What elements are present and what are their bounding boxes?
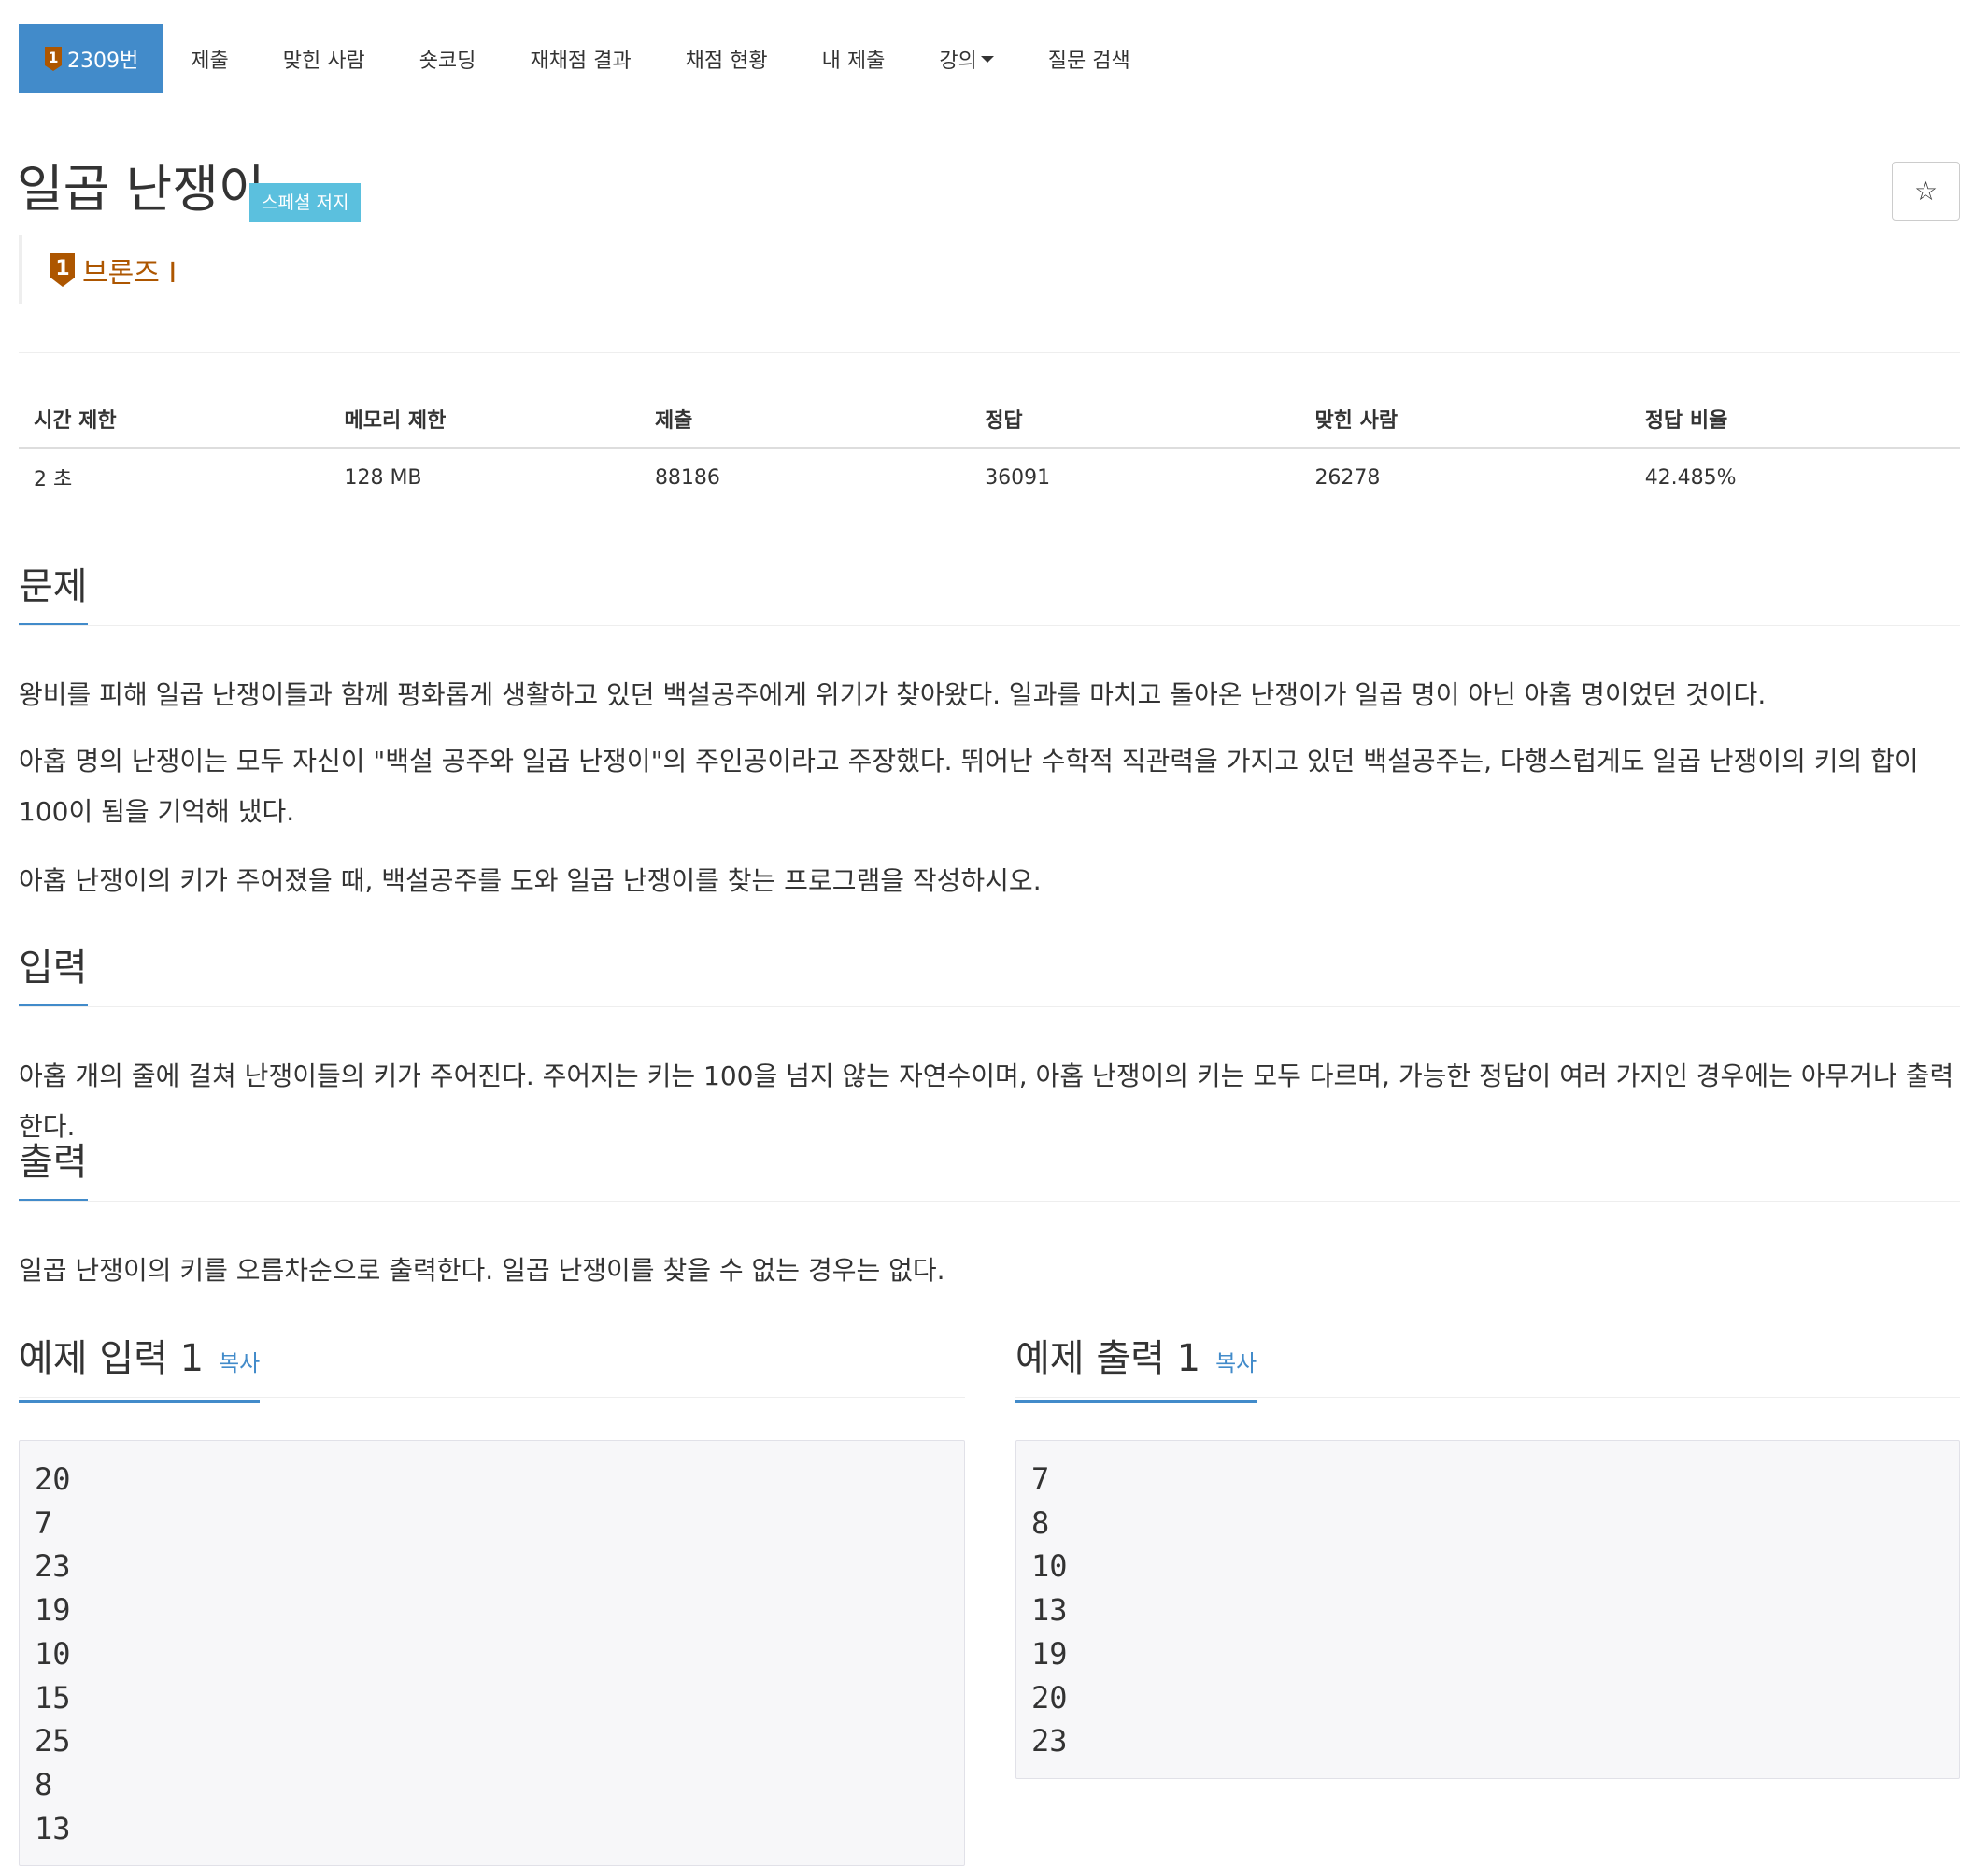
nav-short-coding[interactable]: 숏코딩: [392, 24, 504, 93]
section-divider: [19, 1201, 1960, 1202]
bronze-tier-icon: 1: [50, 252, 75, 287]
nav-lectures-label: 강의: [939, 50, 977, 73]
table-header-row: 시간 제한 메모리 제한 제출 정답 맞힌 사람 정답 비율: [19, 391, 1960, 449]
nav-my-submissions[interactable]: 내 제출: [795, 24, 913, 93]
caret-down-icon: [980, 55, 994, 63]
header-divider: [19, 352, 1960, 353]
favorite-star-button[interactable]: ☆: [1892, 162, 1960, 221]
svg-text:1: 1: [55, 257, 69, 280]
table-row: 2 초 128 MB 88186 36091 26278 42.485%: [19, 448, 1960, 506]
memory-limit-header: 메모리 제한: [329, 391, 640, 449]
copy-sample-input-button[interactable]: 복사: [219, 1350, 260, 1376]
problem-paragraph-3: 아홉 난쟁이의 키가 주어졌을 때, 백설공주를 도와 일곱 난쟁이를 찾는 프…: [19, 865, 1042, 896]
nav-problem-number[interactable]: 1 2309번: [19, 24, 164, 93]
submissions-header: 제출: [639, 391, 971, 449]
bronze-tier-icon: 1: [45, 47, 62, 71]
accepted-users-value: 26278: [1314, 465, 1381, 490]
problem-section-heading: 문제: [19, 564, 88, 626]
section-divider: [19, 1006, 1960, 1007]
nav-problem-number-label: 2309번: [67, 50, 139, 73]
sample-input-title: 예제 입력 1: [19, 1337, 205, 1380]
input-description: 아홉 개의 줄에 걸쳐 난쟁이들의 키가 주어진다. 주어지는 키는 100을 …: [19, 1061, 1954, 1142]
nav-accepted-users[interactable]: 맞힌 사람: [256, 24, 392, 93]
section-divider: [19, 625, 1960, 626]
problem-paragraph-1: 왕비를 피해 일곱 난쟁이들과 함께 평화롭게 생활하고 있던 백설공주에게 위…: [19, 679, 1767, 710]
accepted-value: 36091: [985, 465, 1051, 490]
problem-info-table: 시간 제한 메모리 제한 제출 정답 맞힌 사람 정답 비율 2 초 128 M…: [19, 391, 1960, 506]
section-divider: [1015, 1397, 1960, 1398]
accepted-users-header: 맞힌 사람: [1299, 391, 1630, 449]
nav-rejudge-results[interactable]: 재채점 결과: [503, 24, 658, 93]
section-divider: [19, 1397, 965, 1398]
accept-ratio-header: 정답 비율: [1629, 391, 1960, 449]
nav-question-search[interactable]: 질문 검색: [1021, 24, 1157, 93]
accept-ratio-value: 42.485%: [1644, 465, 1737, 490]
sample-input-box[interactable]: 20 7 23 19 10 15 25 8 13: [19, 1440, 965, 1866]
submissions-value: 88186: [654, 465, 720, 490]
tier-name: 브론즈 I: [82, 256, 178, 290]
problem-heading: 문제: [19, 565, 88, 608]
output-heading: 출력: [19, 1141, 88, 1184]
sample-input-heading: 예제 입력 1 복사: [19, 1336, 261, 1403]
problem-page: 1 2309번 제출 맞힌 사람 숏코딩 재채점 결과 채점 현황 내 제출 강…: [0, 0, 1988, 1866]
star-icon: ☆: [1913, 176, 1938, 207]
tier-badge: 1 브론즈 I: [19, 235, 177, 304]
page-title: 일곱 난쟁이: [17, 160, 265, 219]
special-judge-label: 스페셜 저지: [249, 183, 362, 222]
svg-text:1: 1: [48, 49, 58, 66]
copy-sample-output-button[interactable]: 복사: [1215, 1350, 1257, 1376]
problem-paragraph-2: 아홉 명의 난쟁이는 모두 자신이 "백설 공주와 일곱 난쟁이"의 주인공이라…: [19, 746, 1919, 827]
sample-output-heading: 예제 출력 1 복사: [1015, 1336, 1257, 1403]
nav-lectures-dropdown[interactable]: 강의: [912, 24, 1020, 93]
nav-judge-status[interactable]: 채점 현황: [659, 24, 795, 93]
sample-output-box[interactable]: 7 8 10 13 19 20 23: [1015, 1440, 1960, 1779]
input-heading: 입력: [19, 947, 88, 990]
memory-limit-value: 128 MB: [344, 465, 422, 490]
problem-menu: 1 2309번 제출 맞힌 사람 숏코딩 재채점 결과 채점 현황 내 제출 강…: [19, 24, 1157, 93]
nav-submit[interactable]: 제출: [163, 24, 255, 93]
output-description: 일곱 난쟁이의 키를 오름차순으로 출력한다. 일곱 난쟁이를 찾을 수 없는 …: [19, 1255, 945, 1286]
accepted-header: 정답: [970, 391, 1300, 449]
input-section-heading: 입력: [19, 946, 88, 1007]
sample-output-title: 예제 출력 1: [1015, 1337, 1201, 1380]
time-limit-value: 2 초: [34, 468, 73, 491]
time-limit-header: 시간 제한: [19, 391, 330, 449]
output-section-heading: 출력: [19, 1140, 88, 1202]
